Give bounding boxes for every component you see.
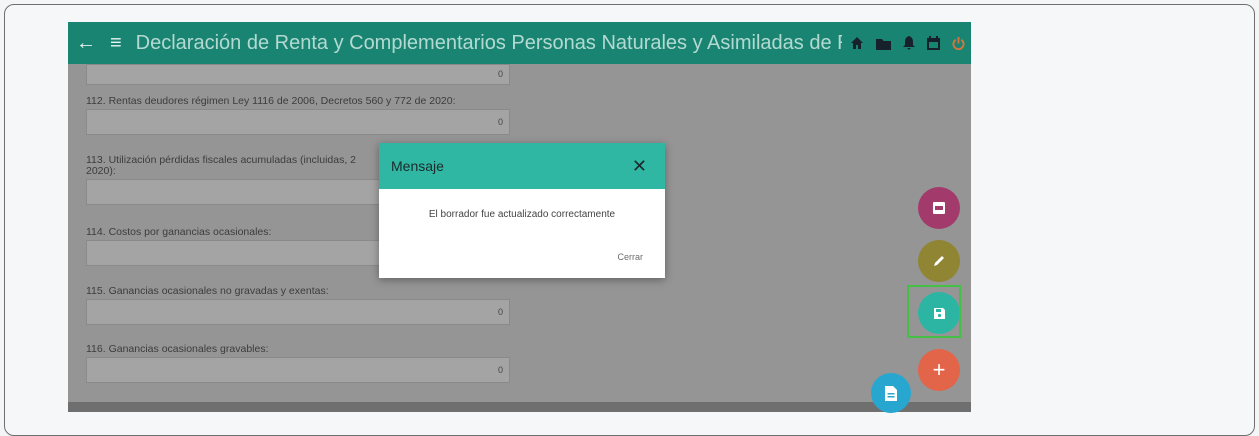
field-label-115: 115. Ganancias ocasionales no gravadas y… bbox=[86, 285, 329, 297]
back-arrow-icon[interactable]: ← bbox=[76, 32, 96, 55]
home-icon[interactable] bbox=[850, 36, 864, 50]
bottom-strip bbox=[68, 402, 971, 412]
close-button[interactable]: Cerrar bbox=[617, 252, 643, 262]
edit-fab-button[interactable] bbox=[918, 240, 960, 282]
app-title: Declaración de Renta y Complementarios P… bbox=[135, 31, 889, 54]
message-dialog: Mensaje ✕ El borrador fue actualizado co… bbox=[379, 143, 665, 278]
top-app-bar: ← ≡ Declaración de Renta y Complementari… bbox=[68, 22, 971, 64]
form-field-115[interactable]: 0 bbox=[86, 299, 510, 325]
field-label-112: 112. Rentas deudores régimen Ley 1116 de… bbox=[86, 95, 456, 107]
pencil-icon bbox=[932, 254, 946, 268]
add-fab-button[interactable]: + bbox=[918, 349, 960, 391]
field-label-113-line2: 2020): bbox=[86, 165, 116, 177]
topbar-actions bbox=[842, 22, 971, 64]
bell-icon[interactable] bbox=[903, 36, 915, 50]
field-value: 0 bbox=[497, 307, 503, 317]
save-button-highlight bbox=[907, 285, 961, 338]
calendar-icon[interactable] bbox=[927, 36, 940, 50]
field-value: 0 bbox=[497, 365, 503, 375]
pdf-icon bbox=[932, 201, 946, 215]
field-label-114: 114. Costos por ganancias ocasionales: bbox=[86, 226, 272, 238]
power-icon[interactable] bbox=[952, 36, 965, 50]
dialog-message: El borrador fue actualizado correctament… bbox=[428, 209, 616, 220]
field-value: 0 bbox=[497, 117, 503, 127]
plus-icon: + bbox=[932, 357, 946, 382]
field-label-116: 116. Ganancias ocasionales gravables: bbox=[86, 343, 269, 355]
close-icon[interactable]: ✕ bbox=[632, 156, 647, 177]
form-field-111[interactable]: 0 bbox=[86, 64, 510, 85]
dialog-title: Mensaje bbox=[391, 158, 444, 174]
hamburger-menu-icon[interactable]: ≡ bbox=[110, 32, 122, 55]
document-fab-button[interactable] bbox=[871, 373, 911, 413]
dialog-header: Mensaje ✕ bbox=[379, 143, 665, 189]
folder-icon[interactable] bbox=[876, 37, 891, 50]
pdf-fab-button[interactable] bbox=[918, 187, 960, 229]
document-icon bbox=[884, 385, 898, 402]
form-field-116[interactable]: 0 bbox=[86, 357, 510, 383]
field-value: 0 bbox=[497, 69, 503, 79]
form-field-112[interactable]: 0 bbox=[86, 109, 510, 135]
field-label-113-line1: 113. Utilización pérdidas fiscales acumu… bbox=[86, 154, 357, 166]
